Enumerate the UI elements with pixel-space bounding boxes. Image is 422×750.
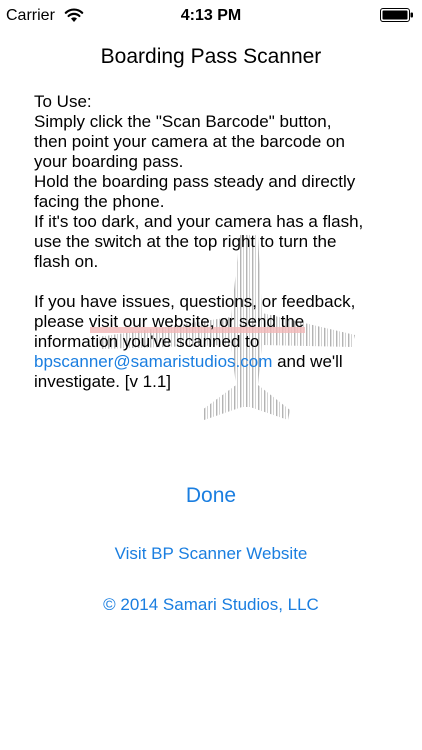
feedback-line: please visit our website, or send the	[34, 312, 305, 331]
battery-icon	[380, 8, 413, 22]
status-bar: Carrier 4:13 PM	[0, 0, 422, 32]
instruction-line: If it's too dark, and your camera has a …	[34, 212, 364, 231]
done-button[interactable]: Done	[0, 482, 422, 510]
instruction-line: then point your camera at the barcode on	[34, 132, 345, 151]
instruction-line: Simply click the "Scan Barcode" button,	[34, 112, 332, 131]
feedback-line: information you've scanned to	[34, 332, 260, 351]
page-title: Boarding Pass Scanner	[100, 45, 322, 68]
instruction-line: facing the phone.	[34, 192, 165, 211]
instruction-line: your boarding pass.	[34, 152, 184, 171]
status-time: 4:13 PM	[180, 7, 242, 24]
instruction-line: To Use:	[34, 92, 92, 111]
feedback-line: If you have issues, questions, or feedba…	[34, 292, 356, 311]
version-line: investigate. [v 1.1]	[34, 372, 172, 391]
instructions-text: To Use: Simply click the "Scan Barcode" …	[34, 92, 394, 392]
visit-website-link[interactable]: Visit BP Scanner Website	[0, 543, 422, 565]
copyright-link[interactable]: © 2014 Samari Studios, LLC	[0, 594, 422, 616]
instruction-line: flash on.	[34, 252, 99, 271]
email-link[interactable]: bpscanner@samaristudios.com	[34, 352, 272, 371]
instruction-line: use the switch at the top right to turn …	[34, 232, 337, 251]
email-line: bpscanner@samaristudios.com and we'll	[34, 352, 394, 372]
email-suffix: and we'll	[272, 352, 343, 371]
instruction-line: Hold the boarding pass steady and direct…	[34, 172, 356, 191]
